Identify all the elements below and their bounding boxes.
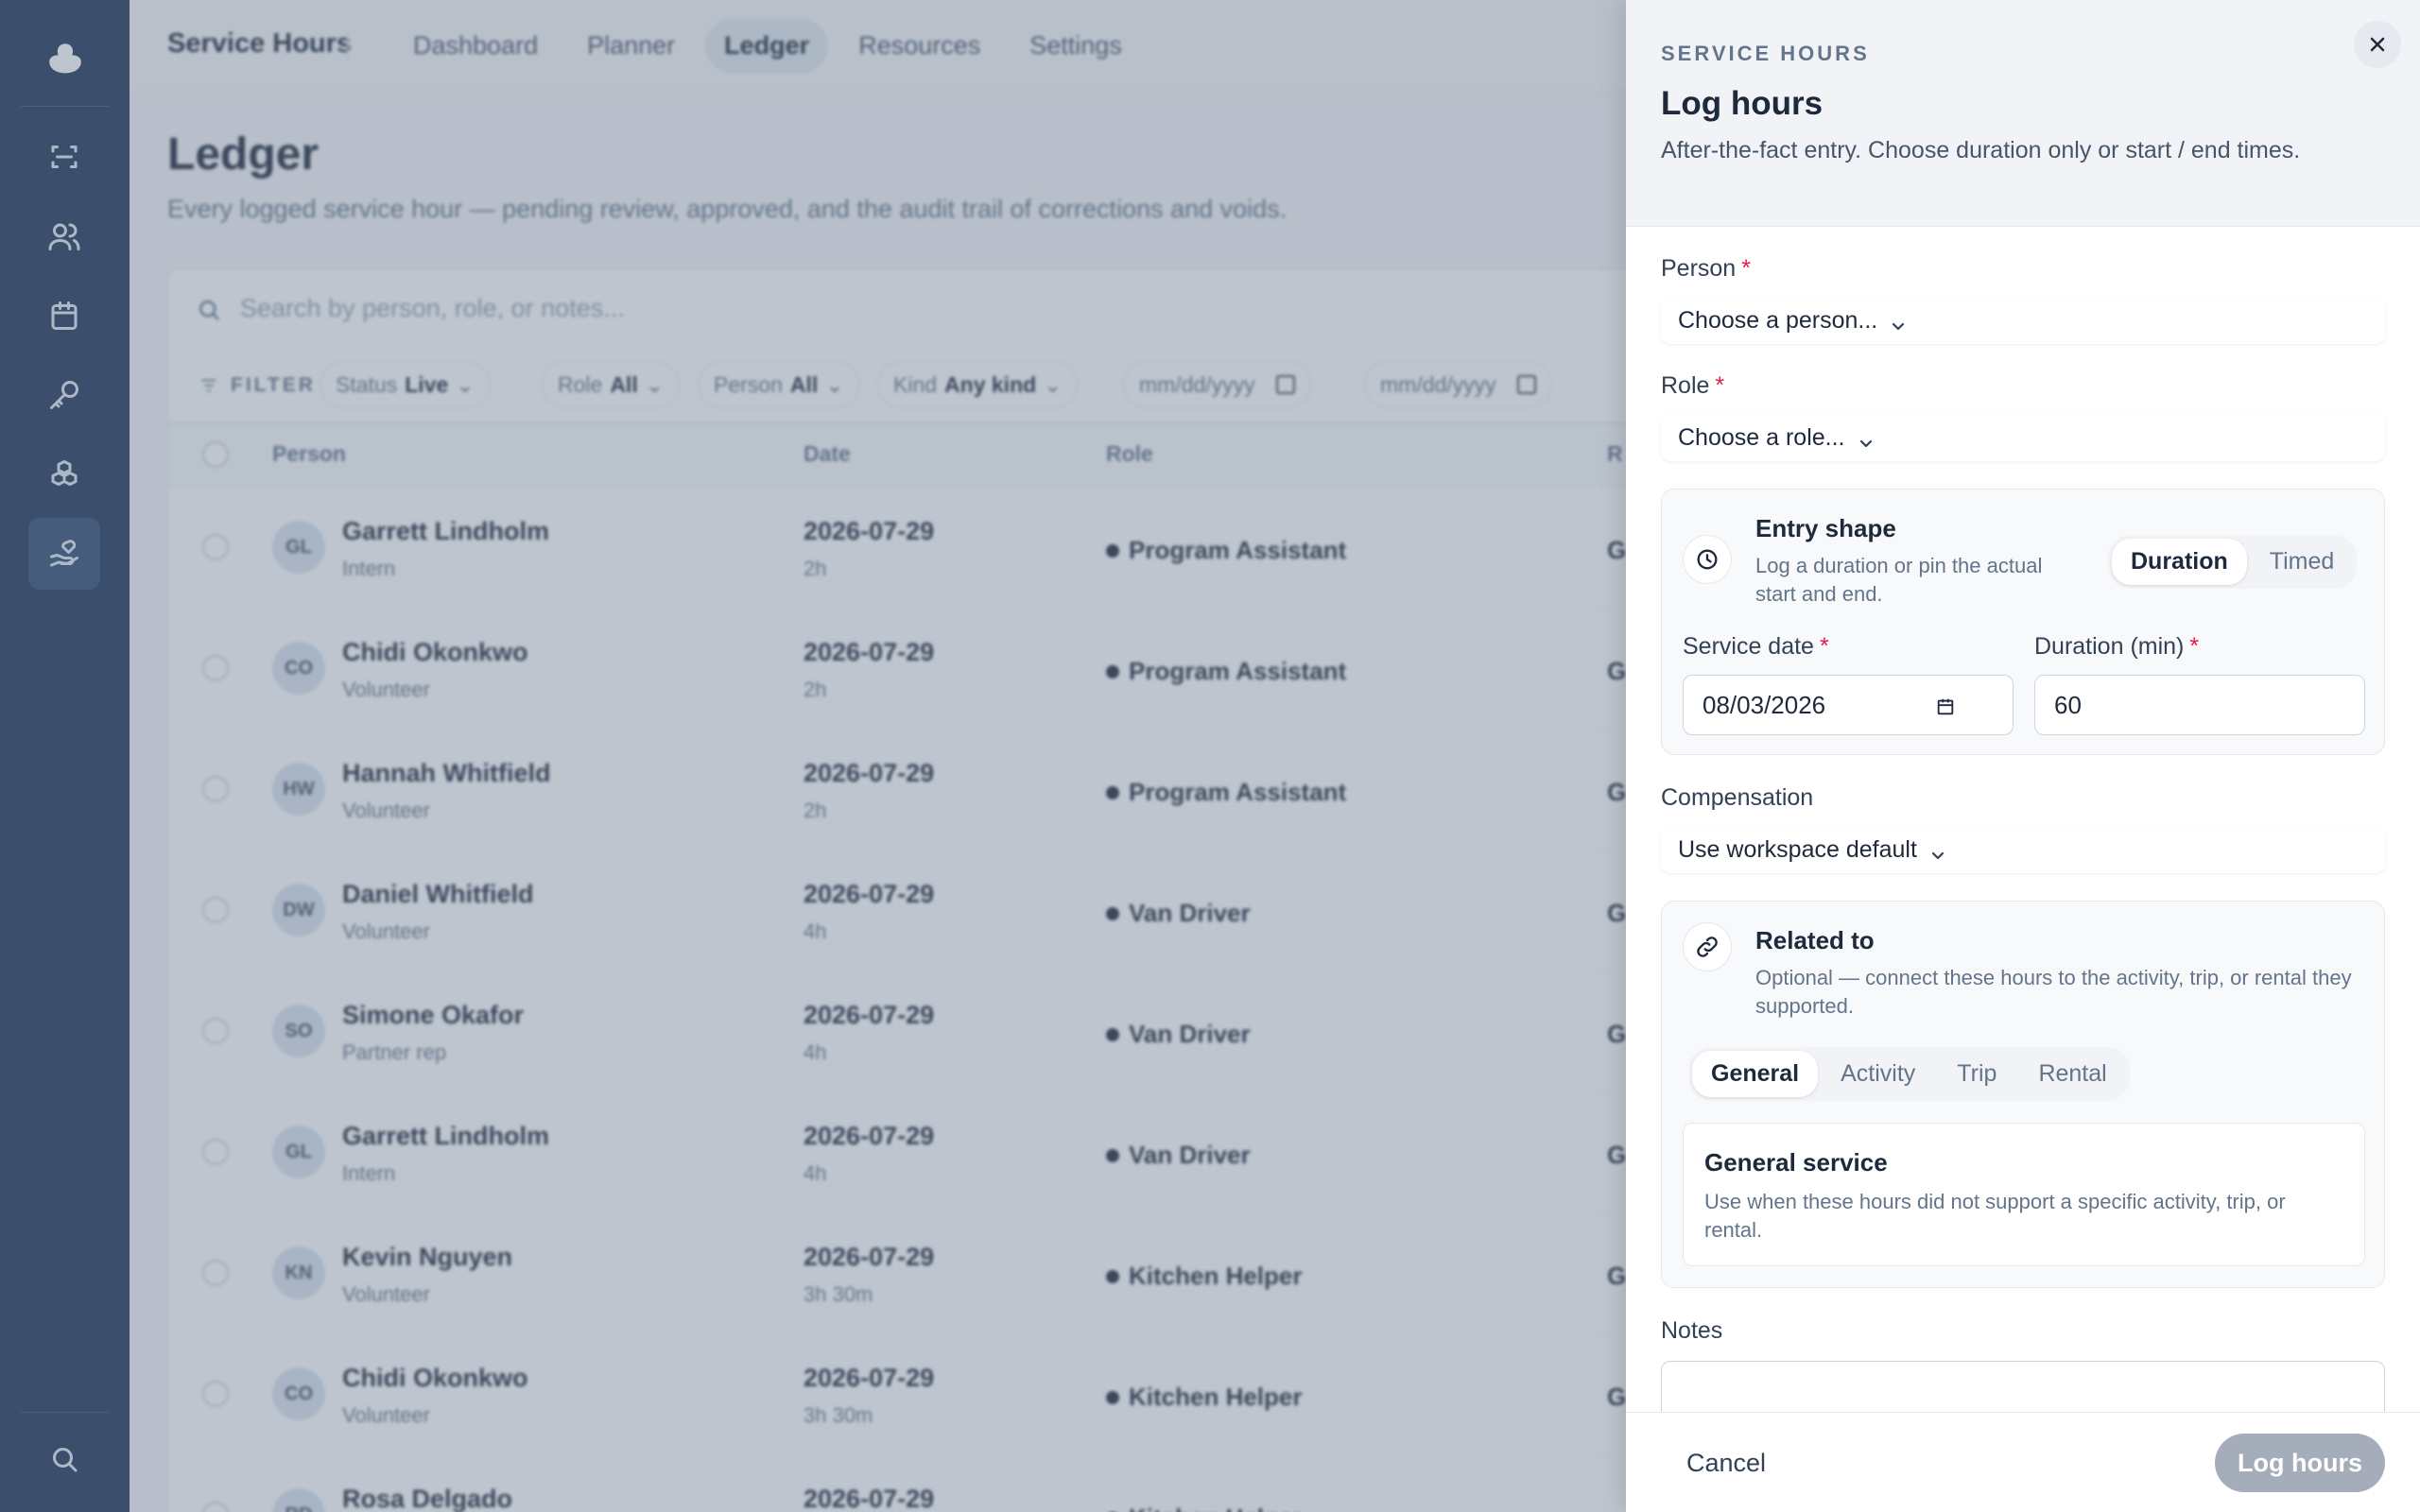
service-date-value: 08/03/2026	[1703, 690, 1826, 719]
entry-shape-subtitle: Log a duration or pin the actual start a…	[1755, 554, 2043, 606]
duration-label-text: Duration (min)	[2034, 633, 2185, 660]
compensation-label: Compensation	[1661, 784, 1814, 811]
person-select-value: Choose a person...	[1678, 306, 1878, 334]
role-label-text: Role	[1661, 372, 1710, 399]
required-mark: *	[1715, 372, 1725, 399]
chevron-down-icon	[1930, 842, 1945, 860]
log-hours-drawer: SERVICE HOURS Log hours After-the-fact e…	[1626, 0, 2420, 1512]
related-tab-general[interactable]: General	[1692, 1051, 1819, 1097]
person-label-text: Person	[1661, 255, 1737, 282]
general-service-title: General service	[1704, 1148, 1888, 1177]
related-tab-activity[interactable]: Activity	[1822, 1051, 1934, 1097]
required-mark: *	[1741, 255, 1751, 282]
chevron-down-icon	[1858, 430, 1874, 448]
person-select[interactable]: Choose a person...	[1661, 297, 2385, 344]
duration-input[interactable]: 60	[2034, 675, 2365, 735]
calendar-icon[interactable]	[1935, 695, 1956, 715]
service-date-input[interactable]: 08/03/2026	[1683, 675, 2014, 735]
close-button[interactable]	[2354, 21, 2401, 68]
clock-icon	[1683, 535, 1732, 584]
duration-label: Duration (min) *	[2034, 633, 2199, 661]
role-select-value: Choose a role...	[1678, 423, 1845, 451]
required-mark: *	[1819, 633, 1829, 660]
drawer-eyebrow: SERVICE HOURS	[1661, 42, 1870, 65]
related-tab-rental[interactable]: Rental	[2019, 1051, 2125, 1097]
close-icon	[2370, 37, 2385, 52]
drawer-title: Log hours	[1661, 85, 1824, 122]
entry-shape-toggle: Duration Timed	[2108, 535, 2358, 589]
related-to-card: Related to Optional — connect these hour…	[1661, 901, 2385, 1288]
role-field-label: Role *	[1661, 372, 1724, 400]
related-tabs: General Activity Trip Rental	[1688, 1047, 2130, 1101]
service-date-label: Service date *	[1683, 633, 1829, 661]
duration-value: 60	[2054, 690, 2082, 719]
general-service-text: Use when these hours did not support a s…	[1704, 1190, 2286, 1242]
person-field-label: Person *	[1661, 255, 1751, 283]
entry-shape-card: Entry shape Log a duration or pin the ac…	[1661, 489, 2385, 755]
link-icon	[1683, 922, 1732, 971]
related-title: Related to	[1755, 926, 1875, 954]
timed-option[interactable]: Timed	[2251, 539, 2354, 585]
general-service-panel: General service Use when these hours did…	[1683, 1123, 2365, 1266]
related-tab-trip[interactable]: Trip	[1938, 1051, 2015, 1097]
drawer-header: SERVICE HOURS Log hours After-the-fact e…	[1626, 0, 2420, 227]
role-select[interactable]: Choose a role...	[1661, 414, 2385, 461]
log-hours-button[interactable]: Log hours	[2215, 1434, 2385, 1492]
related-subtitle: Optional — connect these hours to the ac…	[1755, 966, 2352, 1018]
drawer-subtitle: After-the-fact entry. Choose duration on…	[1661, 137, 2301, 163]
required-mark: *	[2189, 633, 2200, 660]
drawer-footer: Cancel Log hours	[1626, 1412, 2420, 1512]
duration-option[interactable]: Duration	[2112, 539, 2247, 585]
notes-label: Notes	[1661, 1317, 1723, 1344]
chevron-down-icon	[1891, 313, 1906, 331]
compensation-select[interactable]: Use workspace default	[1661, 826, 2385, 873]
compensation-select-value: Use workspace default	[1678, 835, 1917, 863]
entry-shape-title: Entry shape	[1755, 514, 1896, 542]
service-date-label-text: Service date	[1683, 633, 1814, 660]
cancel-button[interactable]: Cancel	[1686, 1449, 1766, 1478]
modal-overlay[interactable]	[0, 0, 1626, 1512]
